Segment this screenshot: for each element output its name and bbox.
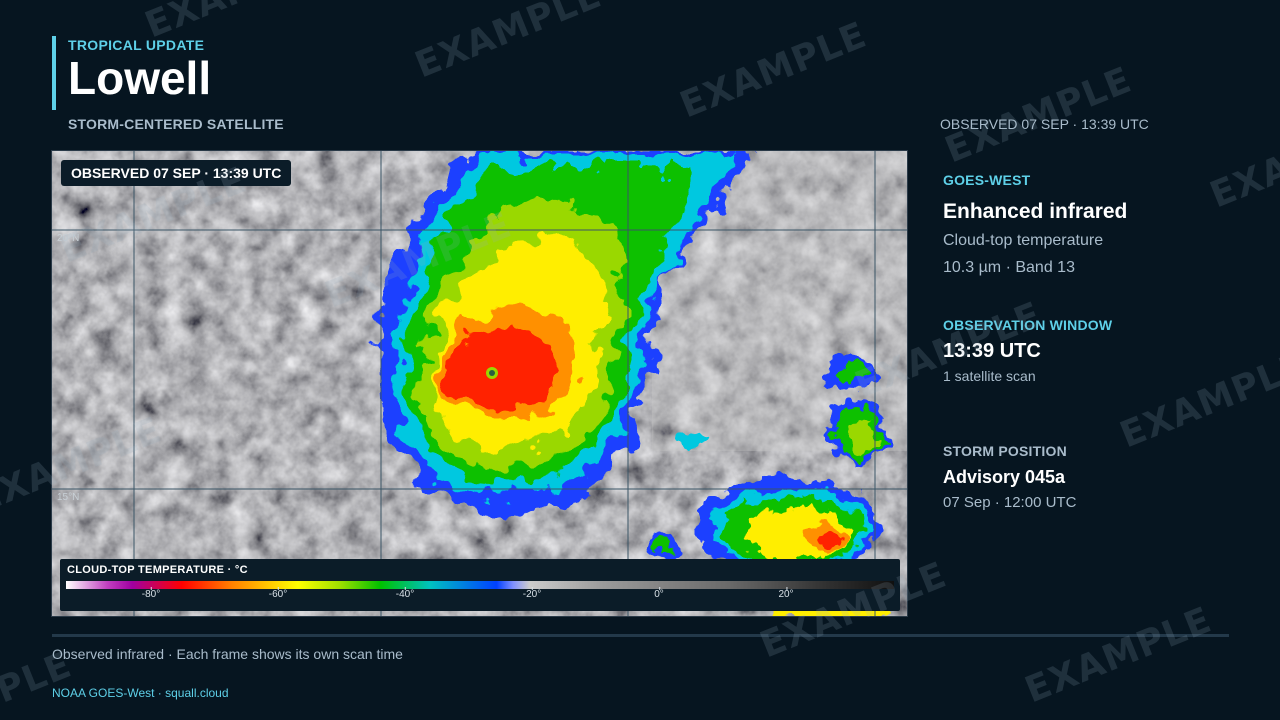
page-subtitle: STORM-CENTERED SATELLITE (68, 116, 284, 132)
legend-tick: -60° (268, 587, 288, 600)
watermark: EXAMPLE (674, 14, 873, 127)
watermark: EXAMPLE (1204, 104, 1280, 217)
storm-name: Lowell (68, 52, 212, 104)
legend-tick: 0° (654, 587, 664, 600)
watermark: EXAMPLE (409, 0, 608, 87)
band-info: 10.3 µm · Band 13 (943, 259, 1075, 276)
legend-color-scale (66, 581, 894, 589)
title-block: TROPICAL UPDATE Lowell (52, 36, 211, 110)
observation-label: OBSERVATION WINDOW (943, 317, 1113, 333)
observed-time: OBSERVED 07 SEP · 13:39 UTC (940, 116, 1149, 132)
legend-tick: -40° (395, 587, 415, 600)
kicker-label: TROPICAL UPDATE (68, 37, 205, 53)
temperature-legend: CLOUD-TOP TEMPERATURE · °C -80° -60° -40… (60, 559, 900, 611)
watermark: EXAMPLE (1114, 344, 1280, 457)
latitude-label-20n: 20°N (57, 233, 80, 244)
footer-note: Observed infrared · Each frame shows its… (52, 646, 403, 662)
satellite-label: GOES-WEST (943, 172, 1031, 188)
observed-time-badge: OBSERVED 07 SEP · 13:39 UTC (61, 160, 292, 186)
storm-position: STORM POSITION Advisory 045a 07 Sep · 12… (943, 443, 1076, 511)
observation-time: 13:39 UTC (943, 340, 1041, 362)
footer-credit: NOAA GOES-West · squall.cloud (52, 686, 229, 700)
satellite-info: GOES-WEST Enhanced infrared Cloud-top te… (943, 172, 1127, 277)
advisory-time: 07 Sep · 12:00 UTC (943, 494, 1077, 511)
satellite-image: OBSERVED 07 SEP · 13:39 UTC 20°N 15°N CL… (51, 150, 908, 617)
advisory-number: Advisory 045a (943, 467, 1066, 487)
position-label: STORM POSITION (943, 443, 1067, 459)
watermark: EXAMPLE (1019, 599, 1218, 712)
scan-count: 1 satellite scan (943, 368, 1036, 384)
footer-divider (52, 634, 1229, 637)
product-name: Enhanced infrared (943, 200, 1128, 223)
observation-window: OBSERVATION WINDOW 13:39 UTC 1 satellite… (943, 317, 1112, 384)
latitude-label-15n: 15°N (57, 492, 80, 503)
product-description: Cloud-top temperature (943, 232, 1104, 249)
legend-tick: -20° (522, 587, 542, 600)
infrared-imagery (52, 151, 907, 616)
legend-tick: 20° (778, 587, 794, 600)
legend-tick: -80° (141, 587, 161, 600)
legend-title: CLOUD-TOP TEMPERATURE · °C (67, 564, 248, 576)
